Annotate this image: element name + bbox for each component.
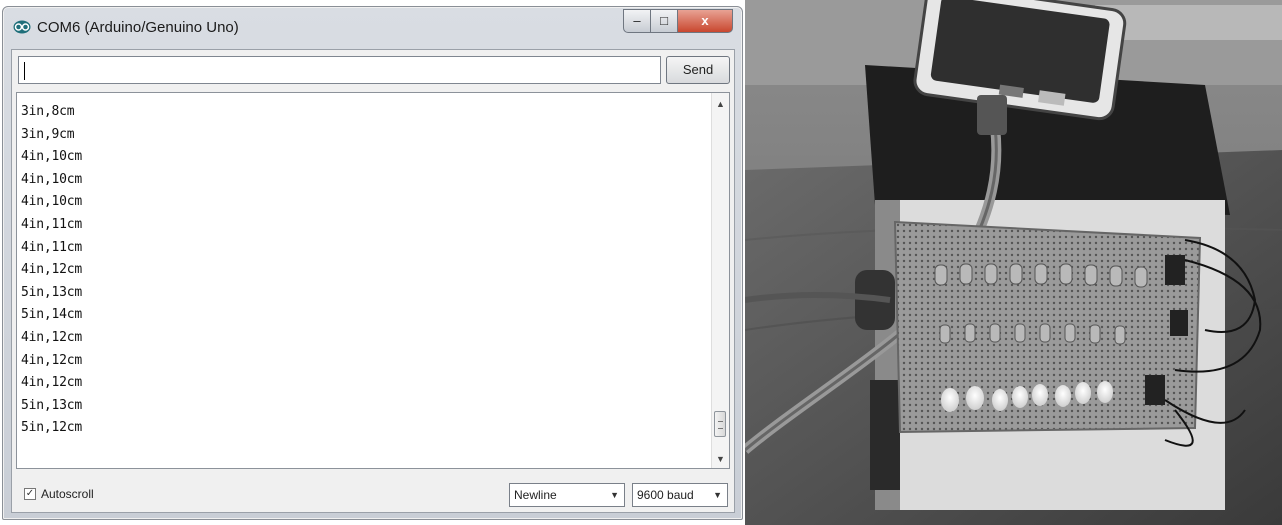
scroll-down-icon[interactable]: ▼ bbox=[716, 454, 725, 464]
output-line: 5in,13cm bbox=[21, 397, 83, 413]
minimize-button[interactable]: – bbox=[623, 9, 651, 33]
monitor-content: Send 3in,8cm 3in,9cm 4in,10cm 4in,10cm 4in,1… bbox=[11, 49, 735, 513]
output-line: 4in,12cm bbox=[21, 262, 83, 278]
baud-rate-value: 9600 baud bbox=[637, 488, 694, 502]
maximize-button[interactable]: □ bbox=[650, 9, 678, 33]
line-ending-value: Newline bbox=[514, 488, 557, 502]
close-button[interactable]: x bbox=[677, 9, 733, 33]
output-line: 4in,10cm bbox=[21, 149, 83, 165]
scroll-up-icon[interactable]: ▲ bbox=[716, 99, 725, 109]
chevron-down-icon: ▼ bbox=[713, 490, 722, 500]
serial-output-area[interactable]: 3in,8cm 3in,9cm 4in,10cm 4in,10cm 4in,10cm 4i… bbox=[16, 92, 730, 469]
output-lines: 3in,8cm 3in,9cm 4in,10cm 4in,10cm 4in,10cm 4i… bbox=[21, 101, 82, 440]
output-line: 3in,9cm bbox=[21, 126, 75, 142]
chevron-down-icon: ▼ bbox=[610, 490, 619, 500]
output-line: 4in,10cm bbox=[21, 171, 83, 187]
output-line: 4in,12cm bbox=[21, 352, 83, 368]
bottom-bar: ✓ Autoscroll Newline ▼ 9600 baud ▼ bbox=[12, 474, 734, 512]
arduino-icon bbox=[13, 20, 31, 34]
scroll-thumb[interactable] bbox=[714, 411, 726, 437]
autoscroll-label: Autoscroll bbox=[41, 487, 94, 501]
send-button[interactable]: Send bbox=[666, 56, 730, 84]
text-caret bbox=[24, 62, 25, 80]
output-line: 5in,12cm bbox=[21, 420, 83, 436]
output-line: 4in,12cm bbox=[21, 375, 83, 391]
robot-photo bbox=[745, 0, 1282, 525]
output-line: 3in,8cm bbox=[21, 104, 75, 119]
output-line: 5in,14cm bbox=[21, 307, 83, 323]
baud-rate-select[interactable]: 9600 baud ▼ bbox=[632, 483, 728, 507]
send-input[interactable] bbox=[18, 56, 661, 84]
vertical-scrollbar[interactable]: ▲ ▼ bbox=[711, 93, 729, 468]
line-ending-select[interactable]: Newline ▼ bbox=[509, 483, 625, 507]
autoscroll-checkbox[interactable]: ✓ bbox=[24, 488, 36, 500]
title-bar: COM6 (Arduino/Genuino Uno) – □ x bbox=[3, 7, 742, 49]
serial-monitor-window: COM6 (Arduino/Genuino Uno) – □ x Send 3i… bbox=[2, 6, 743, 520]
output-line: 4in,11cm bbox=[21, 239, 83, 255]
output-line: 4in,10cm bbox=[21, 194, 83, 210]
output-line: 5in,13cm bbox=[21, 284, 83, 300]
output-line: 4in,11cm bbox=[21, 216, 83, 232]
output-line: 4in,12cm bbox=[21, 329, 83, 345]
window-title: COM6 (Arduino/Genuino Uno) bbox=[37, 19, 239, 36]
